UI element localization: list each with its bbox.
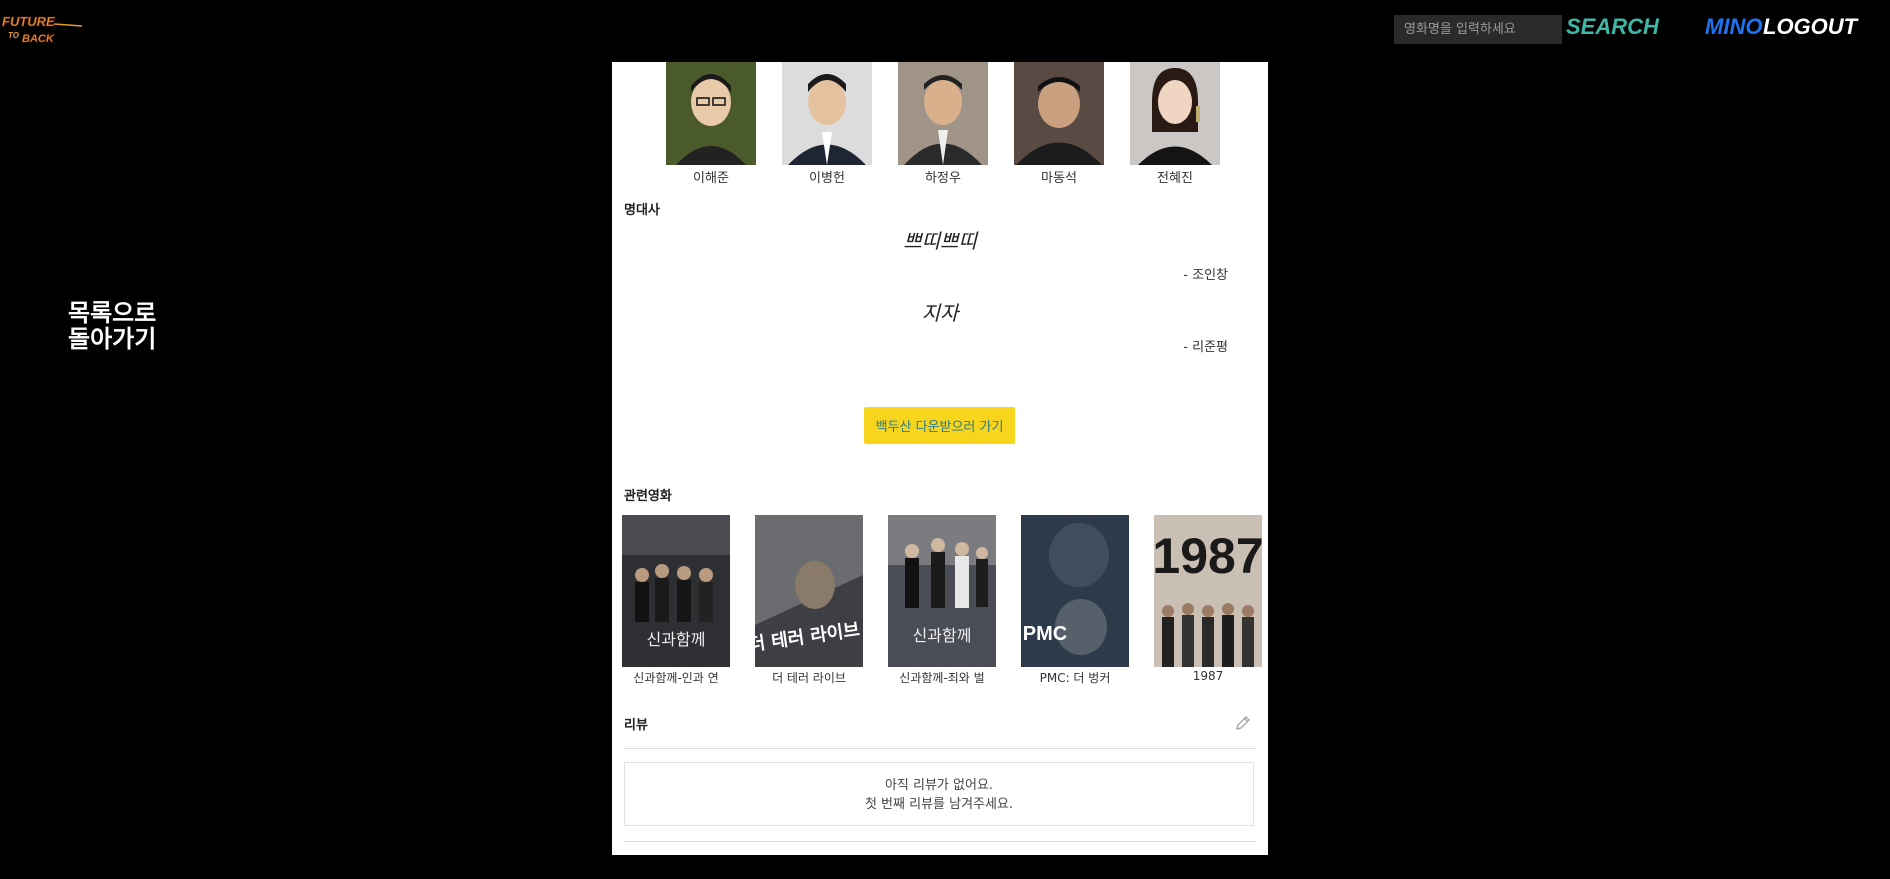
actor-photo (898, 62, 988, 165)
actor-photo (1014, 62, 1104, 165)
user-profile-link[interactable]: MINO (1705, 14, 1762, 40)
svg-text:신과함께: 신과함께 (647, 630, 706, 649)
movie-title: 1987 (1192, 669, 1224, 683)
back-to-list-link[interactable]: 목록으로 돌아가기 (68, 300, 188, 352)
download-button[interactable]: 백두산 다운받으러 가기 (864, 407, 1015, 444)
quote-author: - 조인창 (1183, 268, 1228, 283)
svg-text:PMC: PMC (1023, 623, 1067, 645)
svg-text:신과함께: 신과함께 (913, 626, 972, 645)
review-section-title: 리뷰 (624, 718, 648, 733)
movie-title: PMC: 더 벙커 (1039, 671, 1111, 685)
svg-text:FUTURE: FUTURE (2, 14, 55, 29)
actor-item[interactable]: 마동석 (1014, 62, 1104, 186)
movie-poster: 신과함께 (888, 515, 996, 667)
quote-text: 쁘띠쁘띠 (903, 229, 977, 253)
bottom-divider (624, 841, 1256, 842)
quotes-section-title: 명대사 (624, 203, 660, 218)
actor-item[interactable]: 하정우 (898, 62, 988, 186)
actor-item[interactable]: 이병헌 (782, 62, 872, 186)
logout-button[interactable]: LOGOUT (1763, 14, 1857, 40)
empty-review-box: 아직 리뷰가 없어요. 첫 번째 리뷰를 남겨주세요. (624, 762, 1254, 826)
movie-poster: 1987 (1154, 515, 1262, 667)
empty-review-line2: 첫 번째 리뷰를 남겨주세요. (864, 797, 1014, 812)
related-movie-list: 신과함께 신과함께-인과 연 더 테러 라이브 더 테러 라이브 신과함께 신과… (622, 515, 1262, 691)
back-link-line2: 돌아가기 (68, 325, 157, 353)
actor-name: 전혜진 (1157, 171, 1193, 186)
actor-item[interactable]: 이해준 (666, 62, 756, 186)
actor-photo (666, 62, 756, 165)
related-movie-item[interactable]: PMC PMC: 더 벙커 (1021, 515, 1129, 686)
review-divider (624, 748, 1256, 749)
search-input[interactable] (1394, 15, 1562, 44)
search-button[interactable]: SEARCH (1566, 14, 1659, 40)
related-movie-item[interactable]: 더 테러 라이브 더 테러 라이브 (755, 515, 863, 686)
quote-author: - 리준평 (1183, 340, 1228, 355)
movie-poster: 신과함께 (622, 515, 730, 667)
related-movie-item[interactable]: 신과함께 신과함께-죄와 벌 (888, 515, 996, 686)
svg-text:1987: 1987 (1154, 528, 1262, 584)
quote-text: 지자 (921, 301, 959, 325)
actor-photo (782, 62, 872, 165)
related-section-title: 관련영화 (624, 489, 672, 504)
actor-item[interactable]: 전혜진 (1130, 62, 1220, 186)
actor-name: 이병헌 (809, 171, 845, 186)
back-link-line1: 목록으로 (68, 299, 157, 327)
movie-detail-card: 이해준 이병헌 하정우 마동석 전혜진 명대사 쁘띠쁘띠 - 조인창 지자 - … (612, 62, 1268, 855)
pencil-icon[interactable] (1234, 714, 1252, 732)
related-movie-item[interactable]: 1987 1987 (1154, 515, 1262, 683)
related-movie-item[interactable]: 신과함께 신과함께-인과 연 (622, 515, 730, 686)
actor-name: 마동석 (1041, 171, 1077, 186)
logo-image: FUTURE TO BACK (2, 14, 83, 45)
site-logo[interactable]: FUTURE TO BACK (0, 12, 84, 48)
movie-poster: 더 테러 라이브 (755, 515, 863, 667)
actor-photo (1130, 62, 1220, 165)
actor-list: 이해준 이병헌 하정우 마동석 전혜진 (666, 62, 1226, 186)
movie-title: 신과함께-인과 연 (633, 671, 719, 685)
empty-review-line1: 아직 리뷰가 없어요. (884, 778, 994, 793)
svg-text:TO: TO (8, 31, 20, 40)
movie-poster: PMC (1021, 515, 1129, 667)
movie-title: 신과함께-죄와 벌 (899, 671, 985, 685)
movie-title: 더 테러 라이브 (772, 671, 846, 685)
actor-name: 하정우 (925, 171, 961, 186)
svg-text:BACK: BACK (22, 33, 55, 45)
actor-name: 이해준 (693, 171, 729, 186)
